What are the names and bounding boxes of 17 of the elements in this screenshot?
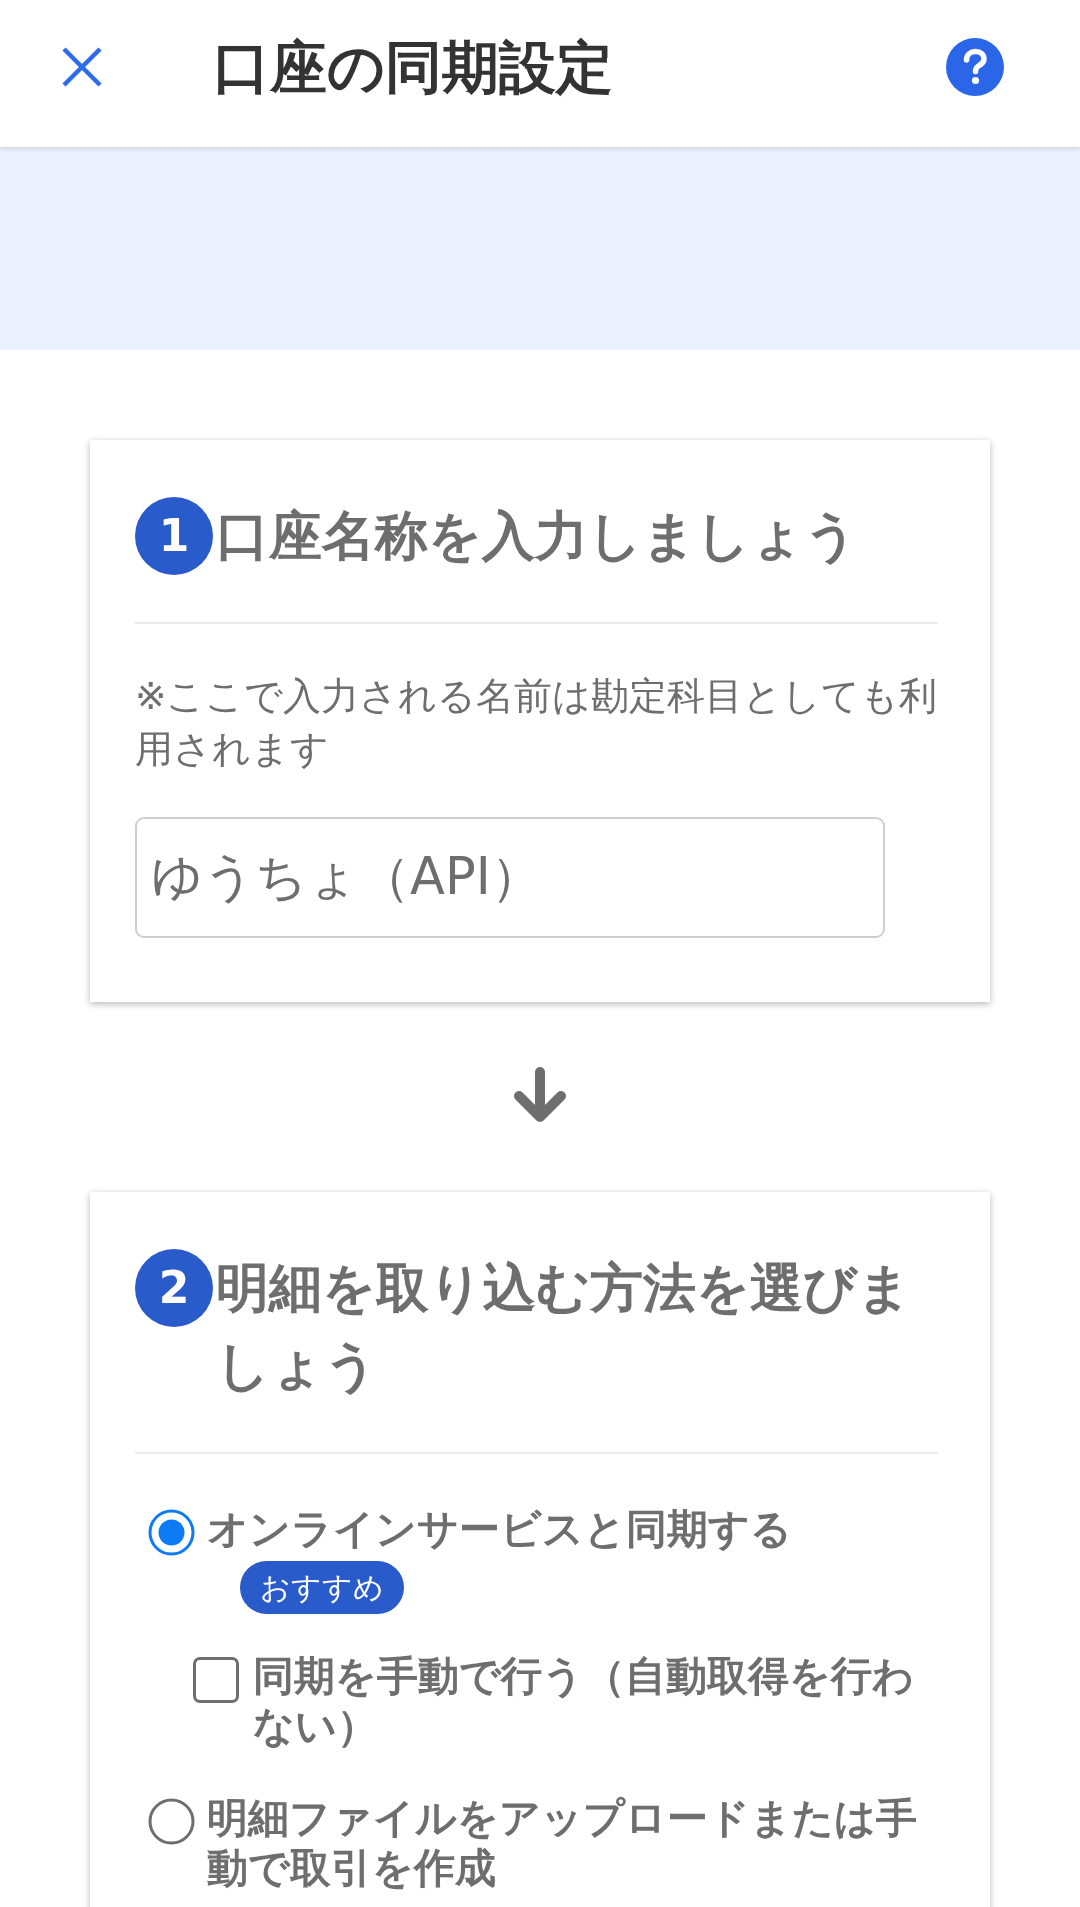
page-title: 口座の同期設定 (213, 32, 613, 102)
account-name-field[interactable]: ゆうちょ（API） (135, 817, 885, 938)
help-icon[interactable] (946, 37, 1004, 96)
note-text: ※ここで入力される名前は勘定科目としても利用されます (135, 673, 938, 773)
step-number-badge: 2 (135, 1249, 213, 1327)
step-number-badge: 1 (135, 497, 213, 575)
down-arrow-icon (512, 1067, 568, 1123)
option-label: オンラインサービスと同期する (207, 1504, 792, 1554)
step-title: 明細を取り込む方法を選びましょう (216, 1256, 912, 1398)
step-title: 口座名称を入力しましょう (216, 504, 859, 568)
checkbox[interactable] (193, 1657, 239, 1703)
radio-button[interactable] (148, 1798, 195, 1845)
radio-button[interactable] (148, 1509, 195, 1556)
close-icon[interactable] (62, 46, 102, 87)
option-label: 同期を手動で行う（自動取得を行わない） (253, 1651, 915, 1751)
option-label: 明細ファイルをアップロードまたは手動で取引を作成 (207, 1793, 918, 1893)
recommended-badge: おすすめ (240, 1561, 404, 1614)
